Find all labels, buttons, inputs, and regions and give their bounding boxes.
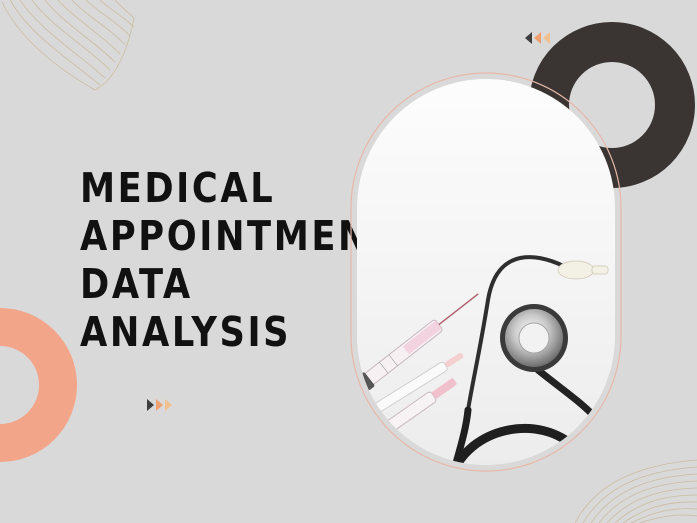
slide: MEDICAL APPOINTMENT DATA ANALYSIS — [0, 0, 697, 523]
triangle-arrows-icon-bottom — [147, 399, 172, 411]
wave-lines-decoration-top-left — [1, 0, 135, 91]
triangle-arrows-icon-top — [525, 32, 550, 44]
medical-photo-frame — [350, 72, 622, 472]
